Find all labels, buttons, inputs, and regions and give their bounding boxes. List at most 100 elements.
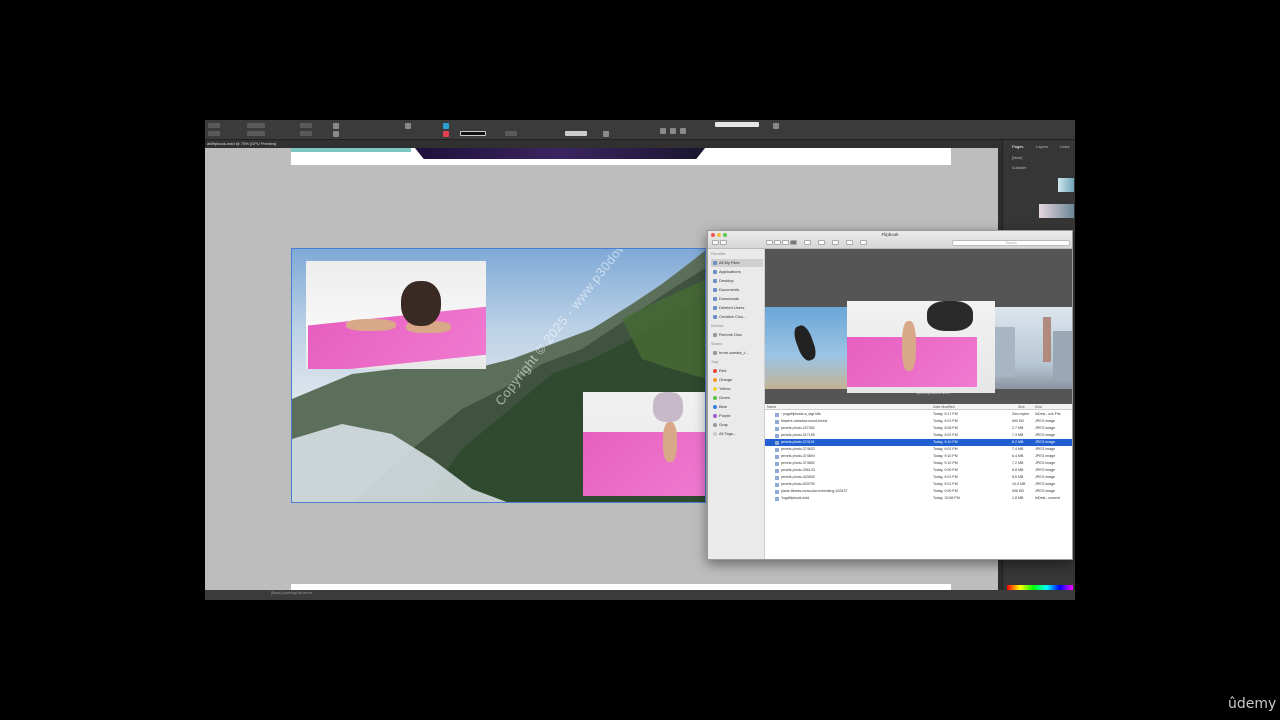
sidebar-item-desktop[interactable]: Desktop (711, 277, 763, 285)
tab-links[interactable]: Links (1060, 144, 1069, 149)
share-icon[interactable] (832, 240, 839, 245)
file-icon (775, 482, 779, 487)
align-center-icon[interactable] (670, 128, 676, 134)
list-view-button[interactable] (774, 240, 781, 245)
tag-icon[interactable] (846, 240, 853, 245)
file-row[interactable]: pexels-photo-374694 Today, 9:10 PM 6.4 MB J… (765, 453, 1072, 460)
scale-y-field[interactable] (300, 131, 312, 136)
green-tag-icon (713, 396, 717, 400)
sidebar-tag-purple[interactable]: Purple (711, 412, 763, 420)
object-style-dropdown[interactable] (715, 122, 759, 127)
file-row[interactable]: Yogaflipbook.indd Today, 10:06 PM 1.8 MB In… (765, 495, 1072, 502)
column-name[interactable]: Name (767, 405, 776, 409)
column-date[interactable]: Date Modified (933, 405, 955, 409)
file-row[interactable]: pexels-photo-533790 Today, 9:01 PM 10.5 MB… (765, 481, 1072, 488)
fill-swatch-icon[interactable] (405, 123, 411, 129)
tab-layers[interactable]: Layers (1036, 144, 1048, 149)
file-row[interactable]: pexels-photo-403592 Today, 9:01 PM 8.6 MB J… (765, 474, 1072, 481)
column-kind[interactable]: Kind (1035, 405, 1042, 409)
cover-flow-view[interactable]: pexels-photo-374101 (765, 249, 1072, 404)
yellow-tag-icon (713, 387, 717, 391)
file-icon (775, 433, 779, 438)
file-row[interactable]: pexels-photo-317155 Today, 9:02 PM 7.3 MB J… (765, 432, 1072, 439)
sidebar-tag-blue[interactable]: Blue (711, 403, 763, 411)
sidebar-item-applications[interactable]: Applications (711, 268, 763, 276)
udemy-logo: ûdemy (1228, 696, 1277, 712)
search-input[interactable]: Search (952, 240, 1070, 246)
yoga-image-bottom-right[interactable] (583, 392, 705, 496)
effects-field[interactable] (565, 131, 587, 136)
yoga-image-top-left[interactable] (306, 261, 486, 369)
file-row[interactable]: pexels-photo-374632 Today, 9:02 PM 7.4 MB J… (765, 446, 1072, 453)
file-size: 2.7 MB (1012, 426, 1024, 430)
rotate-icon[interactable] (333, 123, 339, 129)
width-field[interactable] (247, 123, 265, 128)
file-row[interactable]: pexels-photo-396133 Today, 9:00 PM 8.8 MB J… (765, 467, 1072, 474)
spread-frame[interactable]: Copyright © 2025 - www.p30download.com (291, 248, 706, 503)
align-left-icon[interactable] (660, 128, 666, 134)
y-field[interactable] (208, 131, 220, 136)
sidebar-tag-yellow[interactable]: Yellow (711, 385, 763, 393)
color-swatch-icon[interactable] (443, 131, 449, 137)
height-field[interactable] (247, 131, 265, 136)
file-row[interactable]: pexels-photo-374892 Today, 9:10 PM 7.2 MB J… (765, 460, 1072, 467)
sidebar-item-all-my-files[interactable]: All My Files (711, 259, 763, 267)
teal-strip (291, 148, 411, 152)
back-button[interactable] (712, 240, 719, 245)
scale-x-field[interactable] (300, 123, 312, 128)
x-field[interactable] (208, 123, 220, 128)
opacity-field[interactable] (505, 131, 517, 136)
file-date: Today, 9:08 PM (933, 426, 958, 430)
sidebar-item-deleted-users[interactable]: Deleted Users (711, 304, 763, 312)
document-tab[interactable]: all/flipbook.indd @ 75% [GPU Preview] (205, 140, 1075, 148)
building (1053, 331, 1072, 381)
arrange-button[interactable] (804, 240, 811, 245)
file-name: pexels-photo-403592 (781, 475, 815, 479)
sidebar-item-remote-disc[interactable]: Remote Disc (711, 331, 763, 339)
sidebar-item-downloads[interactable]: Downloads (711, 295, 763, 303)
sidebar-item-creative-cloud[interactable]: Creative Clou... (711, 313, 763, 321)
file-row[interactable]: ~yogaflipbook-a_lagt.idlk Today, 9:17 PM Z… (765, 411, 1072, 418)
stroke-weight-field[interactable] (460, 131, 486, 136)
icon-view-button[interactable] (766, 240, 773, 245)
file-date: Today, 9:17 PM (933, 412, 958, 416)
figure (791, 323, 819, 363)
space-image-frame[interactable] (415, 148, 705, 159)
coverflow-image-right[interactable] (995, 307, 1072, 389)
dropbox-icon[interactable] (860, 240, 867, 245)
page-thumbnail-1[interactable] (1058, 178, 1074, 192)
page-thumbnail-2[interactable] (1039, 204, 1074, 218)
file-row[interactable]: pexels-photo-207062 Today, 9:08 PM 2.7 MB J… (765, 425, 1072, 432)
tab-pages[interactable]: Pages (1012, 144, 1023, 149)
forward-button[interactable] (720, 240, 727, 245)
shear-icon[interactable] (333, 131, 339, 137)
auto-fit-checkbox[interactable] (603, 131, 609, 137)
coverflow-image-center[interactable] (847, 301, 995, 393)
finder-titlebar[interactable]: Flipbook Search (708, 231, 1072, 249)
gear-icon[interactable] (818, 240, 825, 245)
file-date: Today, 9:02 PM (933, 447, 958, 451)
align-right-icon[interactable] (680, 128, 686, 134)
file-row[interactable]: flowers-meadow-wood-forest Today, 9:01 PM… (765, 418, 1072, 425)
column-view-button[interactable] (782, 240, 789, 245)
cover-flow-button[interactable] (790, 240, 797, 245)
file-icon (775, 440, 779, 445)
stroke-swatch-icon[interactable] (443, 123, 449, 129)
file-row[interactable]: pexels-photo-374101 Today, 9:10 PM 6.2 MB J… (765, 439, 1072, 446)
sidebar-item-shared-server[interactable]: brom-samba_t... (711, 349, 763, 357)
file-size: 8.8 MB (1012, 468, 1024, 472)
column-size[interactable]: Size (1018, 405, 1025, 409)
sidebar-tag-red[interactable]: Red (711, 367, 763, 375)
sidebar-item-documents[interactable]: Documents (711, 286, 763, 294)
sidebar-all-tags[interactable]: All Tags... (711, 430, 763, 438)
finder-window[interactable]: Flipbook Search Favorites All My Files A… (707, 230, 1073, 560)
page-top[interactable] (291, 148, 951, 165)
sidebar-tag-gray[interactable]: Gray (711, 421, 763, 429)
a-master[interactable]: A-Master (1012, 166, 1026, 170)
sidebar-tag-orange[interactable]: Orange (711, 376, 763, 384)
sidebar-tag-green[interactable]: Green (711, 394, 763, 402)
file-row[interactable]: plank-fitness-muscular-exercising-163437… (765, 488, 1072, 495)
gear-icon[interactable] (773, 123, 779, 129)
coverflow-image-left[interactable] (765, 307, 847, 389)
none-master[interactable]: [None] (1012, 156, 1022, 160)
